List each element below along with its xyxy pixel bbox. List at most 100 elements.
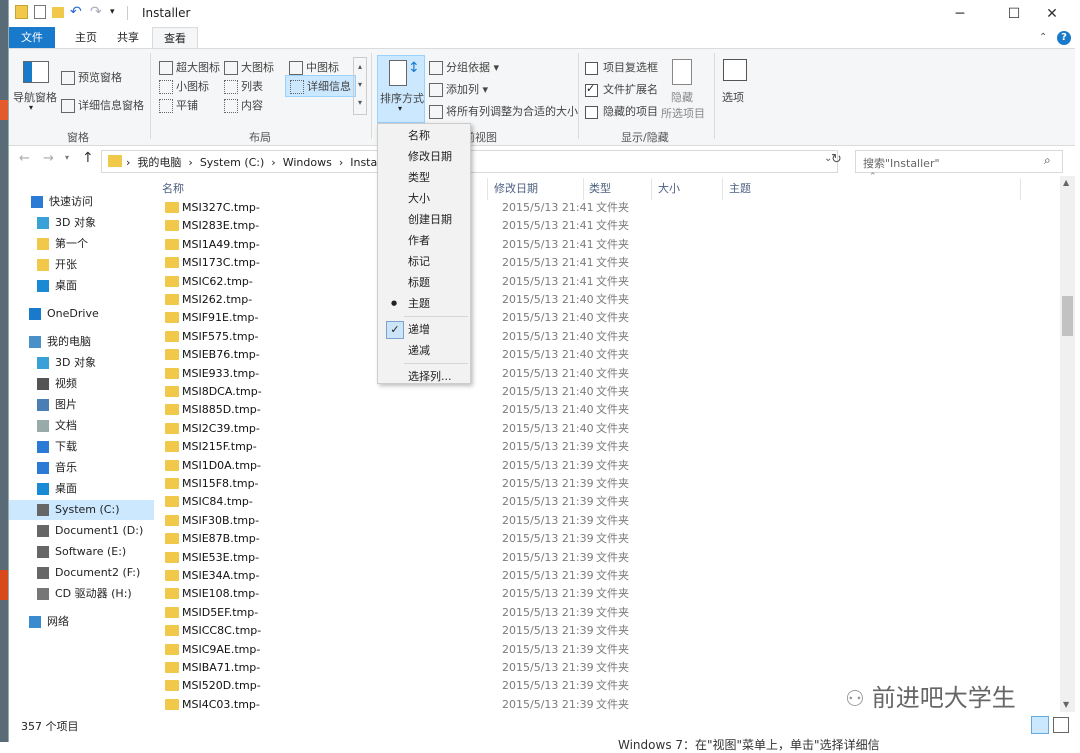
back-icon[interactable]: ← <box>19 151 30 166</box>
tab-view[interactable]: 查看 <box>152 27 198 50</box>
up-icon[interactable]: ↑ <box>82 150 94 166</box>
layout-small-icons[interactable]: 小图标 <box>159 78 209 94</box>
file-row[interactable]: MSI2C39.tmp- 2015/5/13 21:40 文件夹 <box>165 420 645 438</box>
file-row[interactable]: MSIF30B.tmp- 2015/5/13 21:39 文件夹 <box>165 512 645 530</box>
menu-item[interactable]: 类型 <box>378 167 470 188</box>
nav-item[interactable]: 3D 对象 <box>9 353 154 373</box>
menu-item[interactable]: 作者 <box>378 230 470 251</box>
menu-item[interactable]: ● 主题 <box>378 293 470 314</box>
nav-item[interactable]: 快速访问 <box>9 192 154 212</box>
hidden-items-toggle[interactable]: 隐藏的项目 <box>585 103 658 119</box>
file-row[interactable]: MSIC9AE.tmp- 2015/5/13 21:39 文件夹 <box>165 641 645 659</box>
menu-item[interactable]: 递减 <box>378 340 470 361</box>
column-header-type[interactable]: 类型 <box>589 180 611 196</box>
add-columns-button[interactable]: 添加列 ▾ <box>429 81 488 97</box>
nav-item[interactable]: Document1 (D:) <box>9 521 154 541</box>
minimize-button[interactable]: ─ <box>937 0 983 27</box>
nav-item[interactable]: 第一个 <box>9 234 154 254</box>
options-button[interactable]: 选项 <box>722 89 744 105</box>
breadcrumb-item[interactable]: 我的电脑 <box>137 156 181 169</box>
checkbox[interactable] <box>585 61 598 75</box>
undo-icon[interactable]: ↶ <box>70 5 84 19</box>
file-row[interactable]: MSI1D0A.tmp- 2015/5/13 21:39 文件夹 <box>165 457 645 475</box>
nav-item[interactable]: System (C:) <box>9 500 154 520</box>
menu-item[interactable]: 名称 <box>378 125 470 146</box>
details-view-icon[interactable] <box>1031 716 1049 734</box>
forward-icon[interactable]: → <box>43 151 54 166</box>
tab-share[interactable]: 共享 <box>105 27 151 49</box>
column-header-size[interactable]: 大小 <box>658 180 680 196</box>
nav-item[interactable]: 视频 <box>9 374 154 394</box>
item-checkboxes-toggle[interactable]: 项目复选框 <box>585 59 658 75</box>
nav-item[interactable]: 下载 <box>9 437 154 457</box>
recent-locations-icon[interactable]: ▾ <box>65 153 69 162</box>
scroll-up-icon[interactable]: ▲ <box>1063 178 1069 187</box>
file-row[interactable]: MSIE108.tmp- 2015/5/13 21:39 文件夹 <box>165 585 645 603</box>
layout-list[interactable]: 列表 <box>224 78 263 94</box>
search-icon[interactable]: ⌕ <box>1044 153 1051 168</box>
scrollbar-thumb[interactable] <box>1062 296 1073 336</box>
size-columns-button[interactable]: 将所有列调整为合适的大小 <box>429 103 578 119</box>
tab-file[interactable]: 文件 <box>9 27 55 49</box>
file-row[interactable]: MSI885D.tmp- 2015/5/13 21:40 文件夹 <box>165 401 645 419</box>
nav-item[interactable]: Document2 (F:) <box>9 563 154 583</box>
refresh-icon[interactable]: ↻ <box>831 152 842 167</box>
nav-pane-button[interactable]: 导航窗格 <box>13 89 57 105</box>
help-icon[interactable]: ? <box>1057 31 1071 45</box>
nav-item[interactable]: CD 驱动器 (H:) <box>9 584 154 604</box>
layout-medium-icons[interactable]: 中图标 <box>289 59 339 75</box>
tab-home[interactable]: 主页 <box>63 27 109 49</box>
nav-item[interactable]: 我的电脑 <box>9 332 154 352</box>
breadcrumb-item[interactable]: Windows <box>283 156 332 169</box>
checkbox-checked[interactable] <box>585 82 598 97</box>
redo-icon[interactable]: ↷ <box>90 5 104 19</box>
hide-selected-label-1[interactable]: 隐藏 <box>671 89 693 105</box>
breadcrumb-item[interactable]: System (C:) <box>200 156 265 169</box>
menu-item[interactable]: 标记 <box>378 251 470 272</box>
customize-qat-icon[interactable]: ▾ <box>110 5 120 19</box>
hide-selected-label-2[interactable]: 所选项目 <box>661 105 705 121</box>
large-icons-view-icon[interactable] <box>1053 717 1069 733</box>
file-row[interactable]: MSI15F8.tmp- 2015/5/13 21:39 文件夹 <box>165 475 645 493</box>
file-row[interactable]: MSID5EF.tmp- 2015/5/13 21:39 文件夹 <box>165 604 645 622</box>
search-input[interactable]: 搜索"Installer" ⌕ <box>855 150 1063 173</box>
properties-icon[interactable] <box>34 5 46 19</box>
layout-extra-large-icons[interactable]: 超大图标 <box>159 59 220 75</box>
layout-large-icons[interactable]: 大图标 <box>224 59 274 75</box>
new-folder-icon[interactable] <box>52 6 64 18</box>
nav-item[interactable]: 文档 <box>9 416 154 436</box>
collapse-ribbon-icon[interactable]: ⌃ <box>1039 32 1047 43</box>
menu-item[interactable]: 修改日期 <box>378 146 470 167</box>
nav-item[interactable]: 网络 <box>9 612 154 632</box>
menu-item[interactable]: 标题 <box>378 272 470 293</box>
file-extensions-toggle[interactable]: 文件扩展名 <box>585 81 658 97</box>
nav-item[interactable]: 桌面 <box>9 479 154 499</box>
close-button[interactable]: ✕ <box>1029 0 1075 27</box>
column-header-date[interactable]: 修改日期 <box>494 180 538 196</box>
menu-item[interactable]: 大小 <box>378 188 470 209</box>
file-row[interactable]: MSIE34A.tmp- 2015/5/13 21:39 文件夹 <box>165 567 645 585</box>
layout-details[interactable]: 详细信息 <box>285 75 356 97</box>
choose-columns-item[interactable]: 选择列... <box>378 366 470 387</box>
column-header-name[interactable]: 名称 <box>162 180 184 196</box>
nav-item[interactable]: 桌面 <box>9 276 154 296</box>
scroll-down-icon[interactable]: ▼ <box>1063 700 1069 709</box>
details-pane-button[interactable]: 详细信息窗格 <box>61 97 144 113</box>
nav-item[interactable]: OneDrive <box>9 304 154 324</box>
file-row[interactable]: MSI215F.tmp- 2015/5/13 21:39 文件夹 <box>165 438 645 456</box>
file-row[interactable]: MSIE87B.tmp- 2015/5/13 21:39 文件夹 <box>165 530 645 548</box>
checkbox[interactable] <box>585 105 598 119</box>
menu-item[interactable]: 创建日期 <box>378 209 470 230</box>
file-row[interactable]: MSIC84.tmp- 2015/5/13 21:39 文件夹 <box>165 493 645 511</box>
layout-scroll-control[interactable]: ▴ ▾ ▾ <box>353 57 367 115</box>
file-row[interactable]: MSI4C03.tmp- 2015/5/13 21:39 文件夹 <box>165 696 645 714</box>
vertical-scrollbar[interactable]: ▲ ▼ <box>1060 176 1075 712</box>
preview-pane-button[interactable]: 预览窗格 <box>61 69 122 85</box>
nav-item[interactable]: 音乐 <box>9 458 154 478</box>
file-row[interactable]: MSIE53E.tmp- 2015/5/13 21:39 文件夹 <box>165 549 645 567</box>
column-header-subject[interactable]: 主题 <box>729 180 751 196</box>
layout-tiles[interactable]: 平铺 <box>159 97 198 113</box>
nav-item[interactable]: Software (E:) <box>9 542 154 562</box>
group-by-button[interactable]: 分组依据 ▾ <box>429 59 499 75</box>
layout-content[interactable]: 内容 <box>224 97 263 113</box>
